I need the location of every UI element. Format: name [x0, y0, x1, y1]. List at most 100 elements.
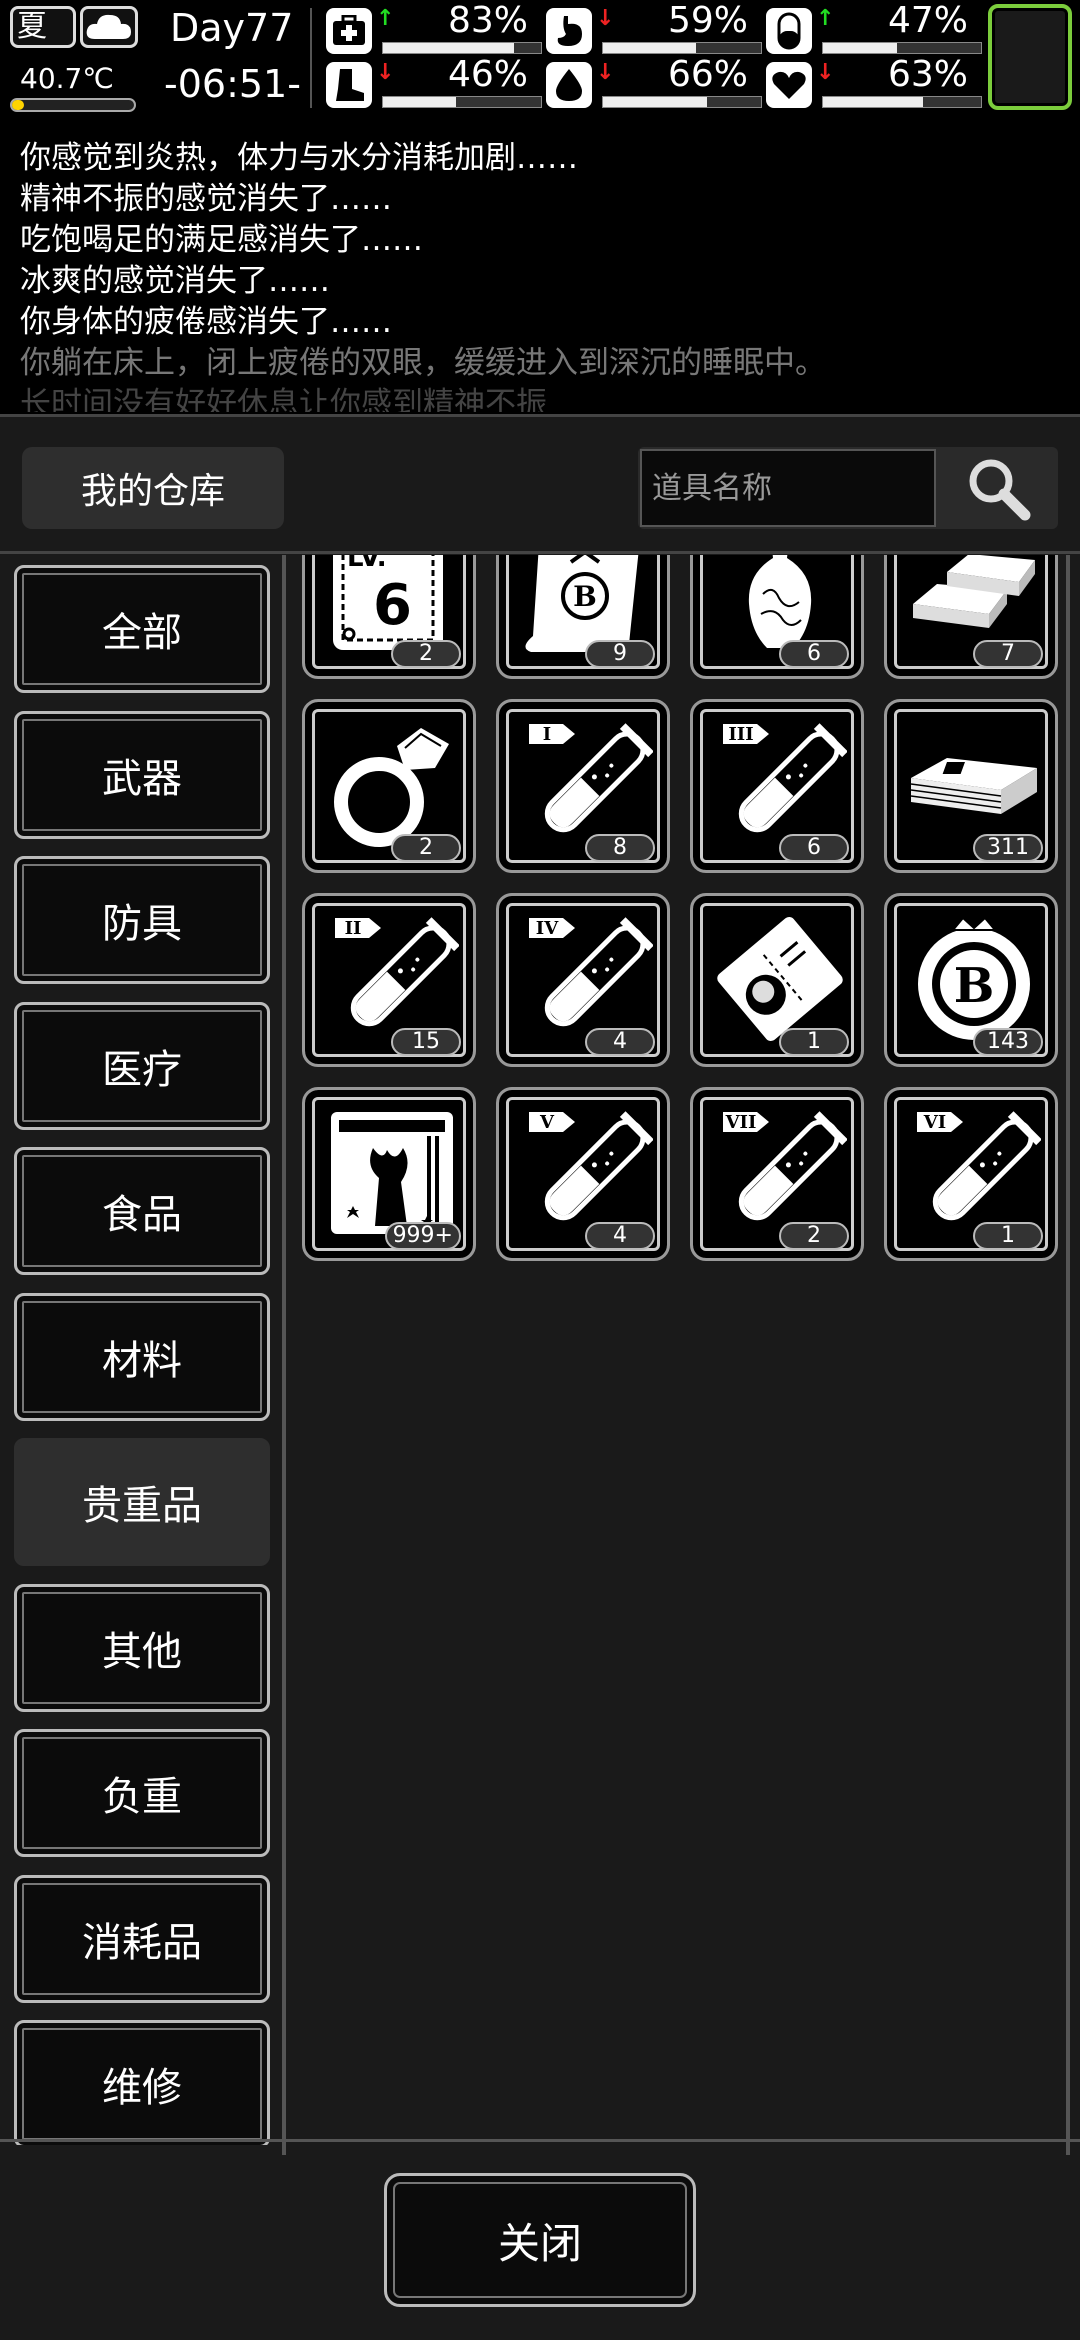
day-counter: Day77 [170, 6, 294, 50]
svg-text:VI: VI [923, 1112, 946, 1133]
inventory-item[interactable]: 1 [690, 893, 864, 1067]
item-count-badge: 1 [779, 1028, 849, 1056]
svg-text:II: II [345, 918, 362, 939]
trend-down-icon: ↓ [816, 60, 835, 85]
trend-up-icon: ↑ [816, 6, 835, 31]
inventory-item[interactable]: IV 4 [496, 893, 670, 1067]
season-indicator: 夏 [10, 6, 76, 48]
inventory-item[interactable]: VII 2 [690, 1087, 864, 1261]
category-tab[interactable]: 武器 [14, 710, 270, 839]
inventory-item[interactable]: V 4 [496, 1087, 670, 1261]
stat-bar [382, 96, 542, 108]
inventory-item[interactable]: 7 [884, 555, 1058, 679]
item-count-badge: 6 [779, 834, 849, 862]
item-count-badge: 7 [973, 640, 1043, 668]
inventory-item[interactable]: 999+ [302, 1087, 476, 1261]
vital-stat: ↓ 63% [766, 54, 982, 112]
svg-text:I: I [543, 724, 551, 745]
item-search [638, 447, 1058, 529]
svg-text:IV: IV [536, 918, 559, 939]
item-count-badge: 4 [585, 1028, 655, 1056]
season-label: 夏 [17, 9, 47, 44]
cloud-icon [80, 6, 138, 48]
divider [310, 8, 312, 108]
svg-text:V: V [539, 1112, 555, 1133]
search-input[interactable] [640, 449, 936, 527]
inventory-item[interactable]: VI 1 [884, 1087, 1058, 1261]
item-count-badge: 2 [391, 640, 461, 668]
inventory-item[interactable]: LV. 6 2 [302, 555, 476, 679]
stat-value: 66% [667, 54, 748, 95]
item-count-badge: 143 [973, 1028, 1043, 1056]
trend-down-icon: ↓ [376, 60, 395, 85]
trend-down-icon: ↓ [596, 6, 615, 31]
category-tab[interactable]: 材料 [14, 1292, 270, 1421]
vital-stat: ↑ 47% [766, 0, 982, 58]
temperature-bar-fill [12, 100, 25, 110]
category-tab[interactable]: 消耗品 [14, 1874, 270, 2003]
stat-value: 59% [667, 0, 748, 41]
log-line: 你身体的疲倦感消失了…… [20, 304, 392, 340]
equipment-slot[interactable] [988, 4, 1072, 110]
inventory-item[interactable]: II 15 [302, 893, 476, 1067]
category-list: 全部武器防具医疗食品材料贵重品其他负重消耗品维修 [10, 555, 278, 2145]
inventory-item[interactable]: 2 [302, 699, 476, 873]
water-drop-icon [546, 62, 592, 108]
category-tab[interactable]: 防具 [14, 856, 270, 984]
clock-time: -06:51- [164, 62, 301, 106]
category-tab[interactable]: 全部 [14, 565, 270, 693]
stat-value: 46% [447, 54, 528, 95]
stat-bar [822, 42, 982, 54]
stat-bar [602, 42, 762, 54]
log-line: 长时间没有好好休息让你感到精神不振 [20, 386, 547, 412]
warehouse-panel: 我的仓库 全部武器防具医疗食品材料贵重品其他负重消耗品维修 LV.62B9672… [0, 414, 1080, 2340]
svg-text:VII: VII [725, 1112, 757, 1133]
item-count-badge: 6 [779, 640, 849, 668]
log-line: 冰爽的感觉消失了…… [20, 263, 330, 299]
temperature-bar [10, 98, 136, 112]
log-line: 你躺在床上，闭上疲倦的双眼，缓缓进入到深沉的睡眠中。 [20, 345, 826, 381]
inventory-item[interactable]: 6 [690, 555, 864, 679]
category-tab[interactable]: 食品 [14, 1147, 270, 1275]
item-count-badge: 8 [585, 834, 655, 862]
stat-value: 63% [887, 54, 968, 95]
warehouse-title: 我的仓库 [22, 447, 284, 529]
medkit-icon [326, 8, 372, 54]
vital-stat: ↓ 66% [546, 54, 762, 112]
inventory-item[interactable]: I 8 [496, 699, 670, 873]
close-button[interactable]: 关闭 [384, 2173, 696, 2307]
inventory-item[interactable]: B9 [496, 555, 670, 679]
item-count-badge: 15 [391, 1028, 461, 1056]
divider [0, 2139, 1080, 2142]
vital-stat: ↓ 59% [546, 0, 762, 58]
item-count-badge: 999+ [384, 1222, 461, 1250]
heart-icon [766, 62, 812, 108]
inventory-item[interactable]: III 6 [690, 699, 864, 873]
stat-value: 83% [447, 0, 528, 41]
message-log: 你感觉到炎热，体力与水分消耗加剧…… 精神不振的感觉消失了…… 吃饱喝足的满足感消失… [0, 122, 1080, 412]
search-button[interactable] [938, 447, 1058, 529]
category-tab[interactable]: 贵重品 [14, 1438, 270, 1566]
status-bar: 夏 40.7℃ Day77 -06:51- ↑ 83% ↓ 59% ↑ 47% ↓ 46% ↓ 6… [0, 0, 1080, 120]
stat-bar [382, 42, 542, 54]
svg-text:LV.: LV. [347, 555, 387, 573]
temperature-value: 40.7℃ [20, 62, 114, 95]
category-tab[interactable]: 维修 [14, 2020, 270, 2145]
category-tab[interactable]: 医疗 [14, 1001, 270, 1130]
item-count-badge: 311 [973, 834, 1043, 862]
search-icon [969, 459, 1031, 521]
item-count-badge: 9 [585, 640, 655, 668]
item-count-badge: 1 [973, 1222, 1043, 1250]
svg-text:B: B [954, 958, 995, 1014]
category-tab[interactable]: 其他 [14, 1583, 270, 1712]
pill-icon [766, 8, 812, 54]
category-tab[interactable]: 负重 [14, 1729, 270, 1857]
divider [0, 551, 1080, 554]
trend-down-icon: ↓ [596, 60, 615, 85]
item-grid: LV.62B9672 I 8 III 6311 II 15 IV [296, 555, 1066, 2145]
scrollbar-track [282, 555, 286, 2155]
svg-text:III: III [728, 724, 753, 745]
item-count-badge: 2 [779, 1222, 849, 1250]
inventory-item[interactable]: B 143 [884, 893, 1058, 1067]
inventory-item[interactable]: 311 [884, 699, 1058, 873]
